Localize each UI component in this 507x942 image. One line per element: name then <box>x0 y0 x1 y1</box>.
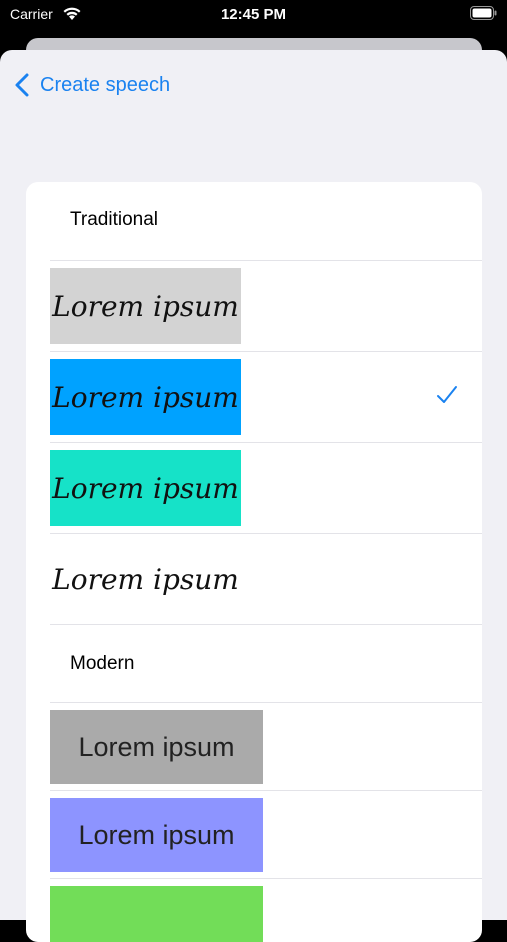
style-list: Traditional Lorem ipsum Lorem ipsum Lore… <box>26 182 482 942</box>
style-swatch: Lorem ipsum <box>50 359 241 435</box>
checkmark-icon <box>437 386 457 403</box>
battery-icon <box>470 6 497 20</box>
list-item-modern-1[interactable]: Lorem ipsum <box>50 702 482 790</box>
section-header-traditional: Traditional <box>70 209 159 230</box>
section-header-modern: Modern <box>70 653 135 674</box>
list-item-traditional-2[interactable]: Lorem ipsum <box>50 351 482 442</box>
modal-sheet: Create speech Traditional Lorem ipsum Lo… <box>0 50 507 942</box>
style-swatch: Lorem ipsum <box>50 710 263 784</box>
style-swatch: Lorem ipsum <box>50 450 241 526</box>
section-header-row-modern: Modern <box>50 624 482 704</box>
style-swatch: Lorem ipsum <box>50 798 263 872</box>
clock: 12:45 PM <box>220 6 287 23</box>
list-item-modern-2[interactable]: Lorem ipsum <box>50 790 482 878</box>
style-swatch: Lorem ipsum <box>50 541 241 617</box>
back-button[interactable]: Create speech <box>14 70 170 100</box>
list-item-traditional-4[interactable]: Lorem ipsum <box>50 533 482 624</box>
list-item-traditional-3[interactable]: Lorem ipsum <box>50 442 482 533</box>
status-bar: Carrier 12:45 PM <box>0 0 507 34</box>
style-swatch: Lorem ipsum <box>50 268 241 344</box>
style-swatch <box>50 886 263 942</box>
back-button-label: Create speech <box>40 73 171 96</box>
chevron-left-icon <box>15 73 29 97</box>
list-item-modern-3[interactable] <box>50 878 482 942</box>
list-item-traditional-1[interactable]: Lorem ipsum <box>50 260 482 351</box>
